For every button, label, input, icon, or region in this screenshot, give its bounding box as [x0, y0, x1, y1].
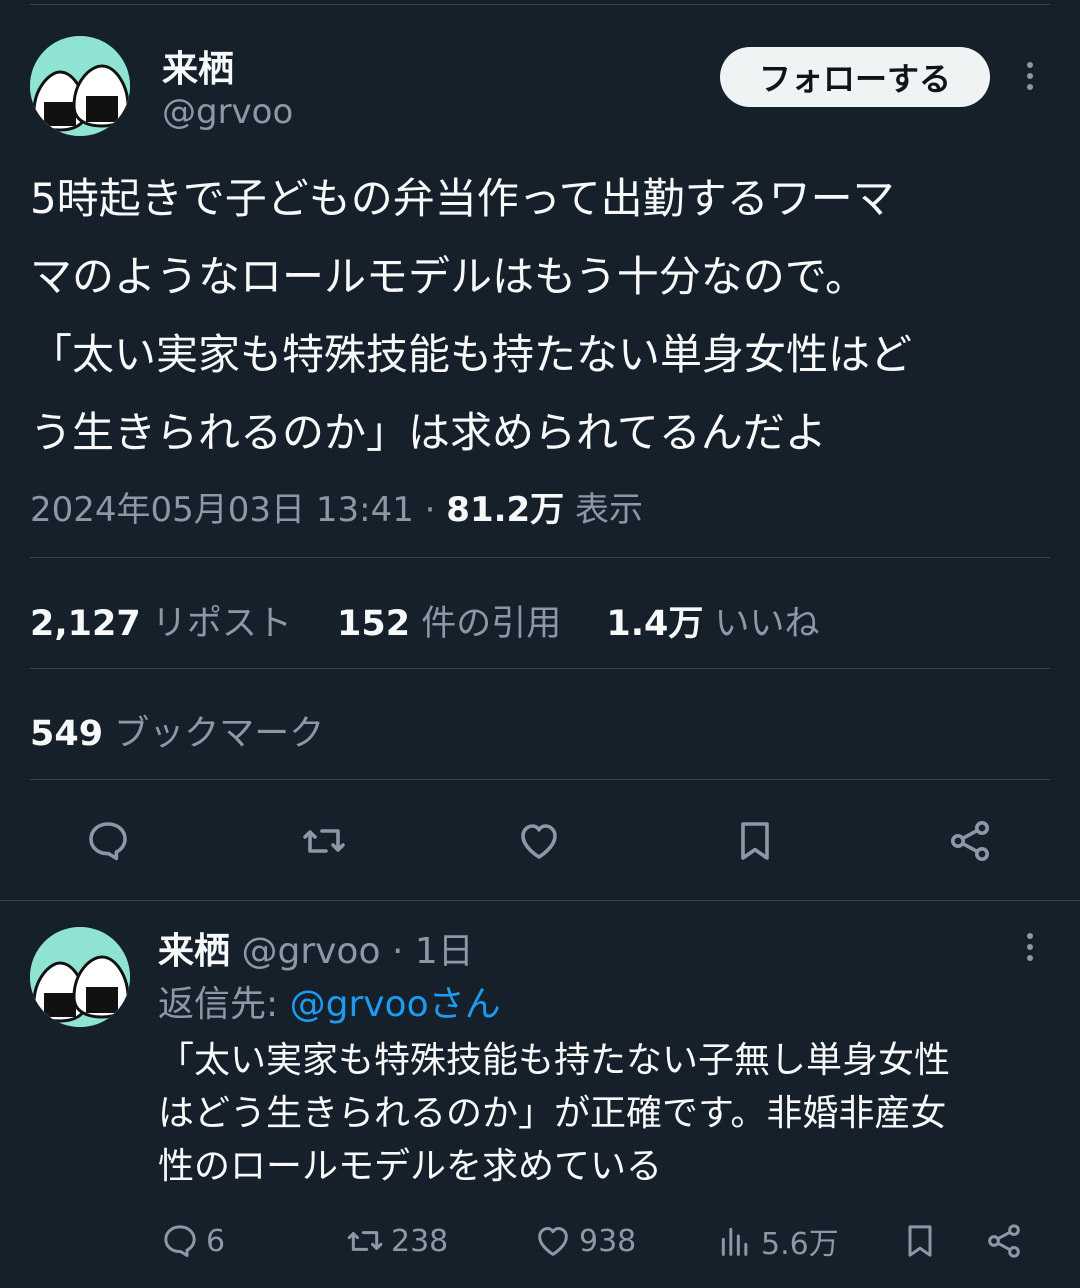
- views-icon: [721, 1227, 748, 1256]
- like-icon: [538, 1227, 568, 1256]
- reposts-count: 2,127: [30, 604, 141, 644]
- meta-separator: ·: [424, 490, 436, 530]
- bookmark-button[interactable]: [725, 811, 785, 871]
- reply-time[interactable]: 1日: [415, 931, 474, 972]
- likes-label: いいね: [714, 604, 820, 644]
- views-label: 表示: [575, 490, 643, 530]
- likes-count: 1.4万: [606, 604, 704, 644]
- reply-views-count: 5.6万: [761, 1227, 839, 1262]
- follow-button[interactable]: フォローする: [720, 47, 990, 107]
- reply-views-button[interactable]: 5.6万: [715, 1215, 839, 1267]
- divider: [0, 900, 1080, 901]
- more-icon[interactable]: [1020, 62, 1040, 90]
- onigiri-avatar-icon: [30, 927, 130, 1027]
- reply-author-name[interactable]: 来栖: [158, 931, 230, 972]
- reply-share-button[interactable]: [984, 1215, 1024, 1267]
- bookmark-icon: [741, 822, 769, 860]
- divider: [30, 557, 1050, 558]
- repost-button[interactable]: [294, 811, 354, 871]
- quotes-count: 152: [337, 604, 411, 644]
- reposts-label: リポスト: [151, 604, 292, 644]
- reply-likes-count: 938: [579, 1223, 637, 1259]
- like-icon: [521, 824, 557, 859]
- reply-author-handle[interactable]: @grvoo: [241, 931, 380, 972]
- reply-repost-button[interactable]: 238: [345, 1215, 448, 1267]
- likes-stat[interactable]: 1.4万 いいね: [606, 604, 819, 644]
- author-avatar[interactable]: [30, 36, 130, 136]
- reply-button[interactable]: [78, 811, 138, 871]
- reply-to-mention[interactable]: @grvooさん: [290, 984, 501, 1025]
- share-icon: [988, 1224, 1020, 1258]
- bookmarks-stat[interactable]: 549 ブックマーク: [30, 705, 324, 756]
- repost-icon: [347, 1231, 383, 1251]
- reply-to: 返信先: @grvooさん: [158, 975, 501, 1027]
- bookmark-icon: [908, 1225, 932, 1257]
- repost-icon: [303, 829, 345, 853]
- reply-bookmark-button[interactable]: [900, 1215, 940, 1267]
- reply-text: 「太い実家も特殊技能も持たない子無し単身女性 はどう生きられるのか」が正確です。…: [158, 1040, 951, 1187]
- reply-like-button[interactable]: 938: [533, 1215, 636, 1267]
- top-divider: [30, 4, 1050, 5]
- reply-reply-button[interactable]: 6: [160, 1215, 225, 1267]
- reply-separator: ·: [391, 931, 404, 972]
- reposts-stat[interactable]: 2,127 リポスト: [30, 604, 292, 644]
- divider: [30, 668, 1050, 669]
- reply-to-label: 返信先:: [158, 984, 279, 1025]
- onigiri-avatar-icon: [30, 36, 130, 136]
- reply-icon: [89, 822, 127, 861]
- bookmarks-count: 549: [30, 714, 104, 754]
- reply-icon: [164, 1225, 196, 1257]
- like-button[interactable]: [509, 811, 569, 871]
- views-count: 81.2万: [446, 490, 565, 530]
- divider: [30, 779, 1050, 780]
- reply-more-icon[interactable]: [1020, 933, 1040, 961]
- engagement-stats: 2,127 リポスト 152 件の引用 1.4万 いいね: [30, 595, 854, 646]
- reply-reposts-count: 238: [391, 1223, 449, 1259]
- bookmarks-label: ブックマーク: [114, 714, 325, 754]
- author-handle[interactable]: @grvoo: [162, 92, 293, 132]
- quotes-label: 件の引用: [421, 604, 562, 644]
- share-button[interactable]: [940, 811, 1000, 871]
- reply-header: 来栖 @grvoo · 1日: [158, 922, 474, 974]
- author-name[interactable]: 来栖: [162, 40, 234, 92]
- reply-replies-count: 6: [206, 1223, 226, 1259]
- share-icon: [951, 821, 989, 861]
- tweet-timestamp[interactable]: 2024年05月03日 13:41: [30, 490, 414, 530]
- quotes-stat[interactable]: 152 件の引用: [337, 604, 561, 644]
- tweet-text: 5時起きで子どもの弁当作って出勤するワーマ マのようなロールモデルはもう十分なの…: [30, 174, 913, 457]
- reply-author-avatar[interactable]: [30, 927, 130, 1027]
- tweet-meta: 2024年05月03日 13:41 · 81.2万 表示: [30, 482, 643, 531]
